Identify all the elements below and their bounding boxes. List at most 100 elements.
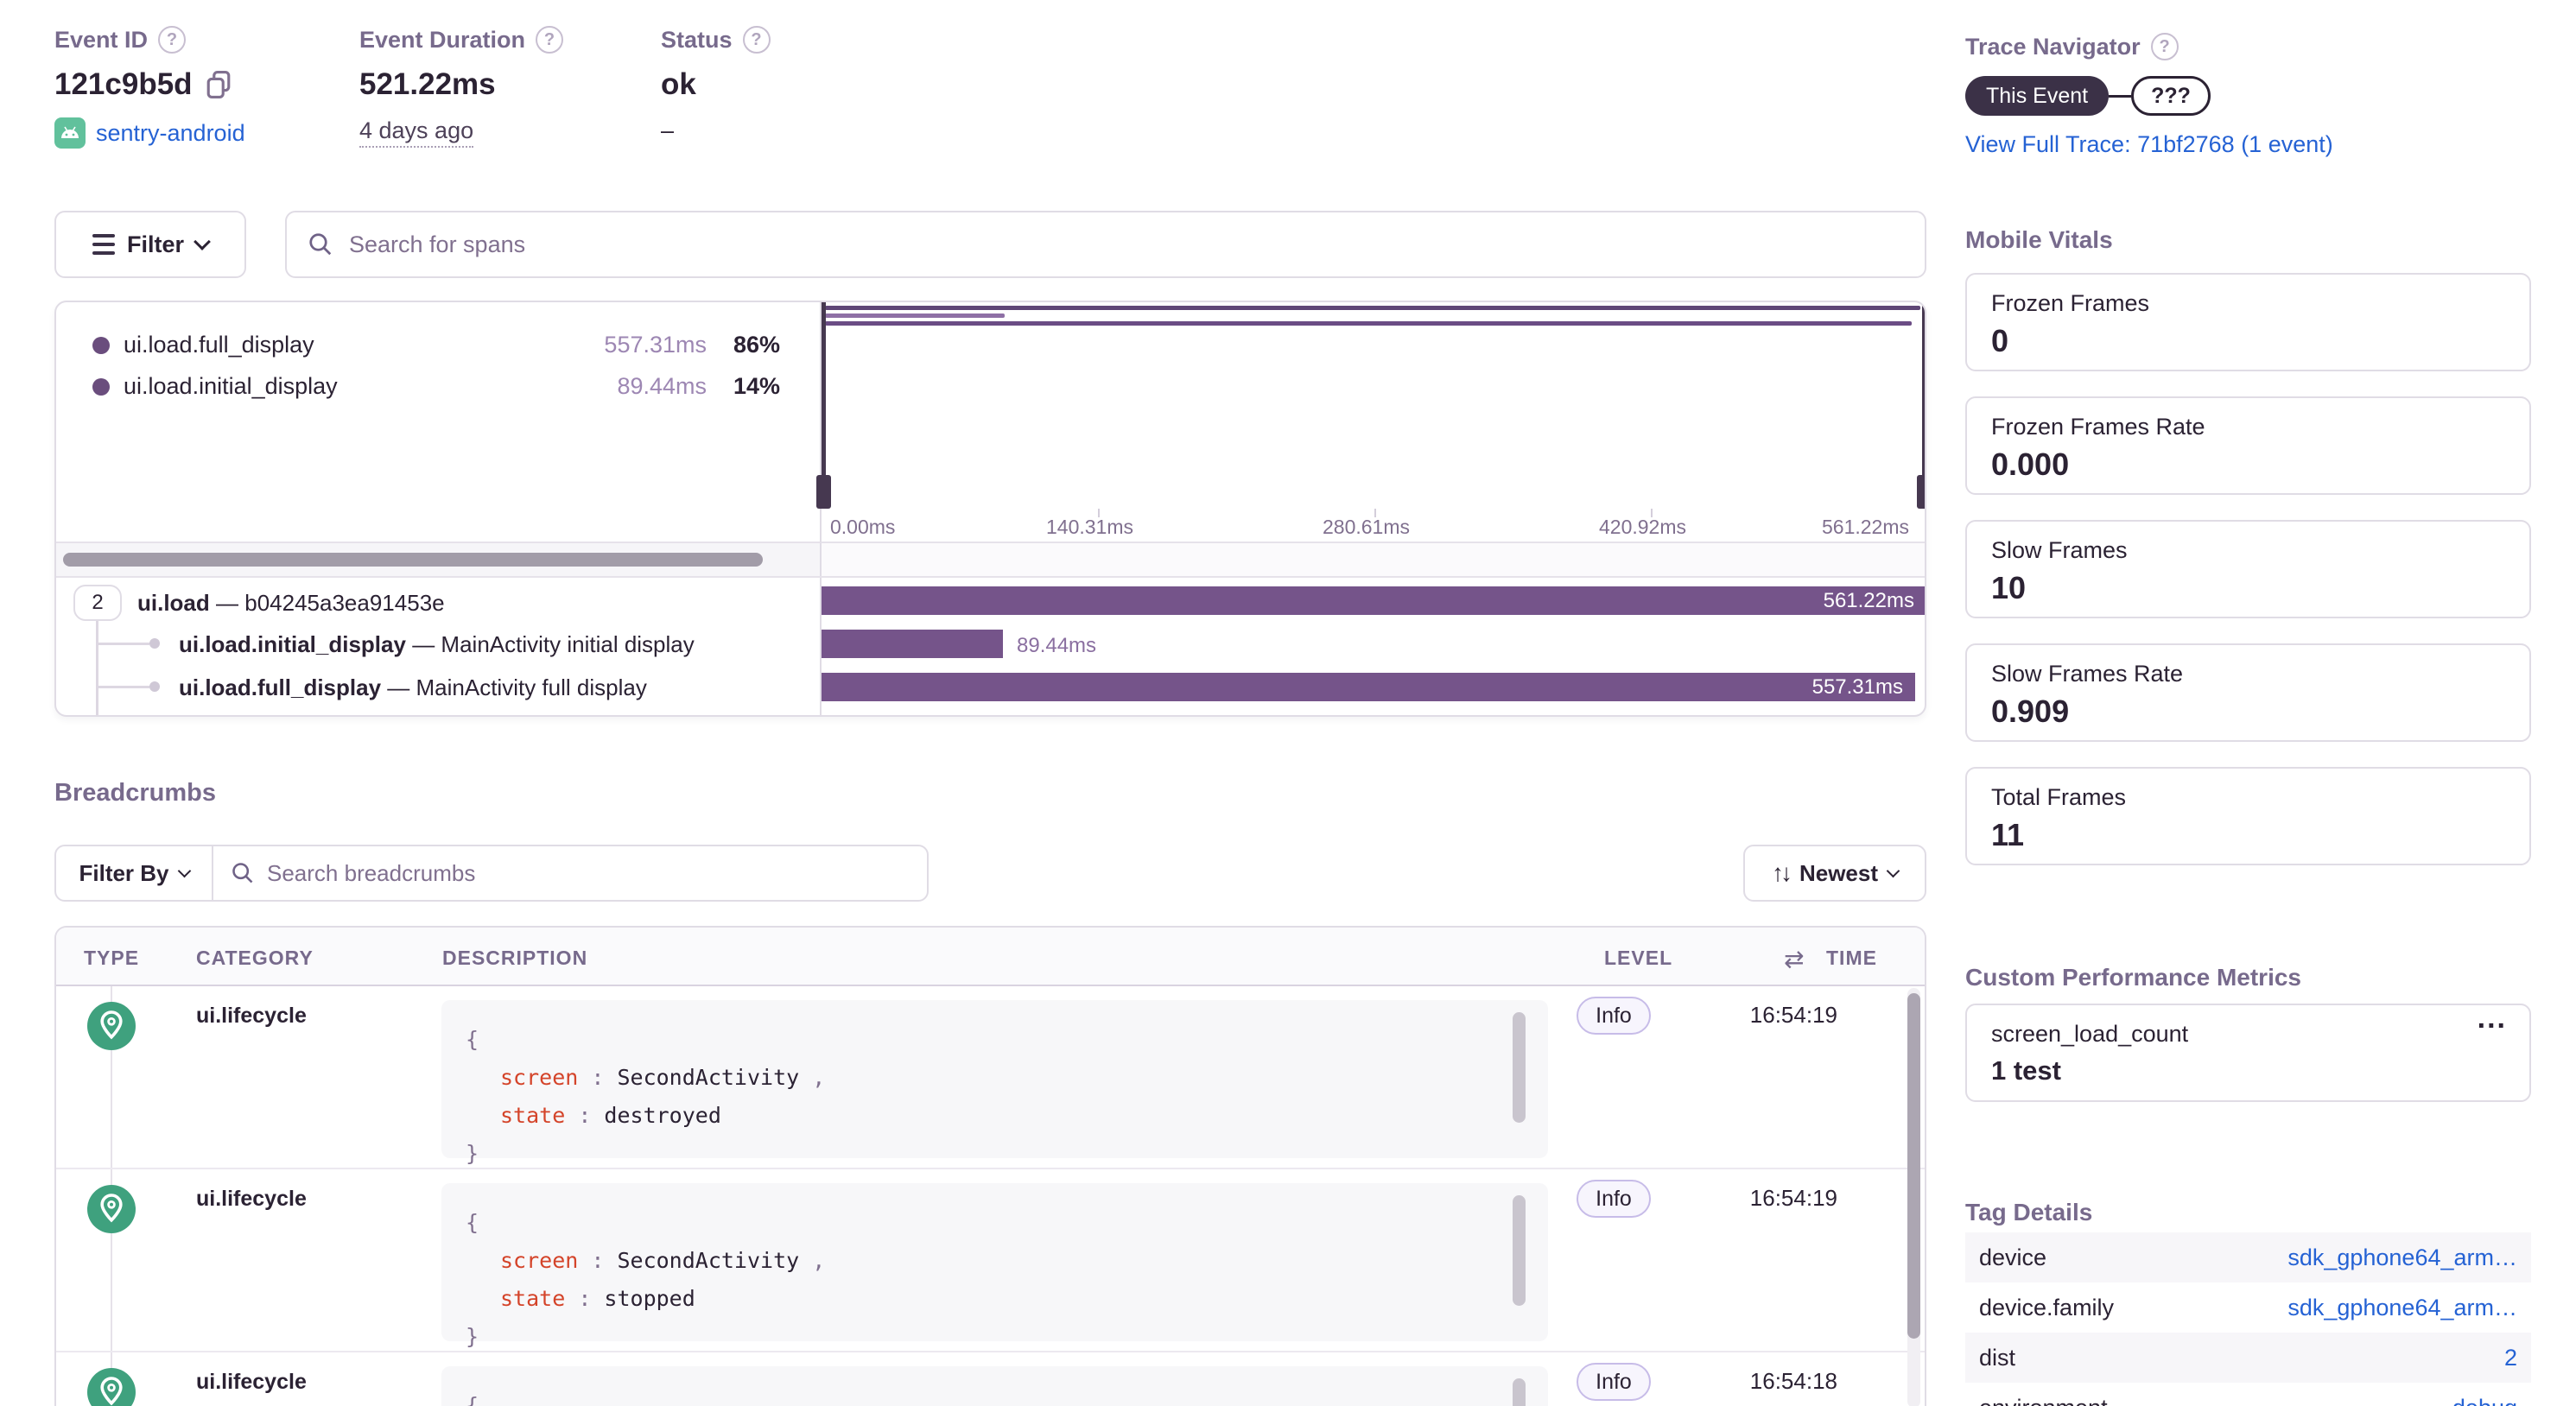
breadcrumbs-filter-by-button[interactable]: Filter By	[56, 846, 213, 900]
event-id-block: Event ID ? 121c9b5d sentry-android	[54, 26, 245, 149]
code-scrollbar-thumb[interactable]	[1513, 1378, 1526, 1406]
axis-label: 420.92ms	[1599, 516, 1686, 539]
span-bar[interactable]	[822, 630, 1003, 658]
tree-connector	[96, 621, 98, 716]
breadcrumbs-title: Breadcrumbs	[54, 779, 216, 808]
span-tree-row-label[interactable]: ui.load.full_display — MainActivity full…	[179, 674, 647, 701]
axis-label: 140.31ms	[1046, 516, 1133, 539]
tag-row: dist 2	[1965, 1333, 2531, 1383]
event-id-value: 121c9b5d	[54, 67, 193, 102]
span-bar-duration: 561.22ms	[1824, 589, 1914, 613]
span-children-badge[interactable]: 2	[73, 585, 122, 621]
tag-details-title: Tag Details	[1965, 1199, 2092, 1226]
right-sidebar: Trace Navigator ? This Event ??? View Fu…	[1965, 0, 2531, 1406]
span-bar[interactable]: 557.31ms	[822, 673, 1915, 701]
time-sort-icon[interactable]: ⇄	[1784, 945, 1804, 973]
col-time[interactable]: TIME	[1826, 947, 1877, 970]
scrollbar-thumb[interactable]	[63, 553, 763, 567]
event-age[interactable]: 4 days ago	[359, 117, 473, 148]
help-icon[interactable]: ?	[158, 26, 186, 54]
vital-label: Slow Frames	[1991, 537, 2128, 564]
axis-label: 280.61ms	[1323, 516, 1410, 539]
tag-value-link[interactable]: sdk_gphone64_arm…	[2287, 1295, 2517, 1321]
breadcrumbs-controls: Filter By	[54, 845, 929, 902]
axis-label: 0.00ms	[830, 516, 895, 539]
tag-value-link[interactable]: debug	[2452, 1395, 2517, 1406]
trace-connector-line	[2109, 95, 2131, 98]
breadcrumbs-search[interactable]	[213, 846, 927, 900]
vital-card: Slow Frames 10	[1965, 520, 2531, 618]
legend-span-pct: 14%	[720, 373, 780, 400]
breadcrumb-description-code[interactable]: { screen : SecondActivity , state : dest…	[441, 1000, 1548, 1158]
breadcrumbs-sort-button[interactable]: ↑↓ Newest	[1743, 845, 1926, 902]
vital-label: Frozen Frames	[1991, 290, 2149, 317]
event-id-label-row: Event ID ?	[54, 26, 245, 54]
breadcrumb-description-code[interactable]: { screen : SecondActivity , state : stop…	[441, 1183, 1548, 1341]
view-full-trace-link[interactable]: View Full Trace: 71bf2768 (1 event)	[1965, 131, 2333, 158]
level-badge: Info	[1577, 1180, 1651, 1218]
time-axis: 0.00ms 140.31ms 280.61ms 420.92ms 561.22…	[820, 509, 1926, 543]
row-divider	[56, 1168, 1925, 1169]
span-search[interactable]	[285, 211, 1926, 278]
chevron-down-icon	[177, 864, 191, 877]
android-platform-icon	[54, 117, 86, 149]
tag-value-link[interactable]: 2	[2504, 1345, 2517, 1371]
minimap-left-handle-grip[interactable]	[816, 475, 831, 509]
help-icon[interactable]: ?	[536, 26, 563, 54]
unknown-trace-pill[interactable]: ???	[2131, 76, 2211, 116]
trace-minimap[interactable]	[820, 302, 1926, 509]
event-duration-block: Event Duration ? 521.22ms 4 days ago	[359, 26, 563, 148]
status-block: Status ? ok –	[661, 26, 771, 144]
help-icon[interactable]: ?	[743, 26, 771, 54]
minimap-span-bar	[825, 314, 1005, 318]
tree-connector-dot	[149, 681, 160, 692]
this-event-pill[interactable]: This Event	[1965, 76, 2109, 116]
span-chart-widget: ui.load.full_display 557.31ms 86% ui.loa…	[54, 301, 1926, 717]
breadcrumb-description-code[interactable]: {	[441, 1366, 1548, 1406]
tree-connector	[96, 643, 149, 645]
vital-label: Frozen Frames Rate	[1991, 414, 2205, 440]
tree-connector	[96, 686, 149, 688]
axis-label: 561.22ms	[1822, 516, 1909, 539]
metric-value: 1 test	[1991, 1055, 2061, 1086]
minimap-right-handle-grip[interactable]	[1917, 475, 1926, 509]
project-link[interactable]: sentry-android	[96, 120, 245, 147]
scroll-strip-right	[820, 543, 1926, 576]
copy-icon[interactable]	[205, 70, 232, 99]
tag-row: device sdk_gphone64_arm…	[1965, 1232, 2531, 1282]
breadcrumb-category: ui.lifecycle	[196, 1187, 307, 1212]
span-bar[interactable]: 561.22ms	[822, 586, 1926, 615]
vital-card: Frozen Frames 0	[1965, 273, 2531, 371]
chevron-down-icon	[194, 233, 211, 250]
breadcrumb-time: 16:54:18	[1699, 1368, 1837, 1395]
span-tree-row-label[interactable]: ui.load.initial_display — MainActivity i…	[179, 631, 695, 658]
minimap-span-bar	[825, 306, 1920, 310]
legend-span-duration: 89.44ms	[534, 373, 707, 400]
vital-label: Slow Frames Rate	[1991, 661, 2183, 687]
breadcrumbs-search-input[interactable]	[267, 860, 910, 887]
tag-key: environment	[1979, 1395, 2108, 1406]
overflow-menu-icon[interactable]: ...	[2478, 1002, 2507, 1036]
tag-value-link[interactable]: sdk_gphone64_arm…	[2287, 1244, 2517, 1271]
mobile-vitals-title: Mobile Vitals	[1965, 226, 2113, 254]
col-type: TYPE	[84, 947, 139, 970]
span-tree: 2 ui.load — b04245a3ea91453e ui.load.ini…	[56, 576, 1926, 717]
custom-metric-card: screen_load_count ... 1 test	[1965, 1004, 2531, 1102]
legend-span-name: ui.load.initial_display	[124, 373, 338, 400]
table-scrollbar-thumb[interactable]	[1907, 993, 1920, 1339]
metric-name: screen_load_count	[1991, 1021, 2188, 1048]
trace-navigator-header: Trace Navigator ?	[1965, 33, 2179, 60]
filter-icon	[92, 234, 115, 255]
span-tree-row-label[interactable]: ui.load — b04245a3ea91453e	[137, 590, 445, 617]
code-scrollbar-thumb[interactable]	[1513, 1012, 1526, 1123]
vital-value: 0.909	[1991, 694, 2069, 730]
span-search-input[interactable]	[349, 231, 1904, 258]
filter-button[interactable]: Filter	[54, 211, 246, 278]
row-divider	[56, 1351, 1925, 1352]
help-icon[interactable]: ?	[2151, 33, 2179, 60]
tree-horizontal-scrollbar[interactable]	[56, 543, 820, 576]
code-scrollbar-thumb[interactable]	[1513, 1195, 1526, 1306]
sort-label: Newest	[1799, 860, 1878, 887]
vital-value: 11	[1991, 817, 2024, 853]
breadcrumb-category: ui.lifecycle	[196, 1370, 307, 1395]
